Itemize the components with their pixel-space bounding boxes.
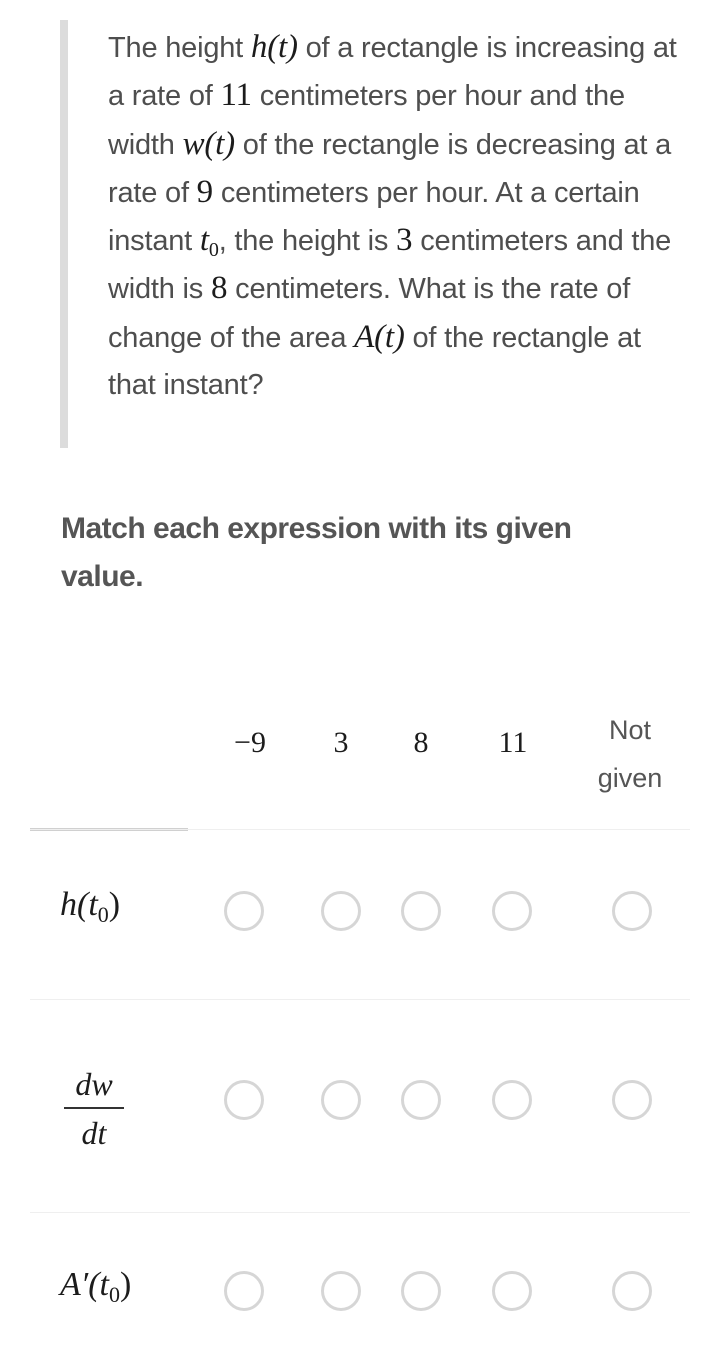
- radio-h-t0-11[interactable]: [492, 891, 532, 931]
- column-header-not-given: Not given: [597, 715, 663, 793]
- radio-h-t0-3[interactable]: [321, 891, 361, 931]
- height-value: 3: [396, 222, 413, 259]
- radio-h-t0-8[interactable]: [401, 891, 441, 931]
- column-header-minus-9: −9: [234, 726, 266, 759]
- row-label-dw-dt: dw dt: [62, 1066, 126, 1152]
- question-text-1: The height: [108, 32, 251, 64]
- radio-dw-dt-minus-9[interactable]: [224, 1080, 264, 1120]
- row-divider: [30, 1212, 690, 1213]
- fraction-bar: [64, 1107, 124, 1109]
- radio-a-prime-t0-8[interactable]: [401, 1271, 441, 1311]
- radio-dw-dt-not-given[interactable]: [612, 1080, 652, 1120]
- width-function: w(t): [182, 125, 236, 162]
- radio-h-t0-minus-9[interactable]: [224, 891, 264, 931]
- column-header-8: 8: [413, 726, 429, 759]
- width-rate-value: 9: [196, 173, 214, 210]
- radio-dw-dt-8[interactable]: [401, 1080, 441, 1120]
- question-block: The height h(t) of a rectangle is increa…: [60, 20, 680, 448]
- radio-a-prime-t0-3[interactable]: [321, 1271, 361, 1311]
- instant-t0: t0: [199, 222, 219, 262]
- question-text: The height h(t) of a rectangle is increa…: [108, 20, 680, 409]
- fraction-denominator: dt: [81, 1115, 107, 1151]
- fraction-numerator: dw: [75, 1066, 113, 1102]
- height-function: h(t): [250, 29, 298, 65]
- instruction-text: Match each expression with its given val…: [61, 512, 572, 593]
- question-text-6: , the height is: [218, 225, 397, 258]
- radio-dw-dt-3[interactable]: [321, 1080, 361, 1120]
- radio-a-prime-t0-minus-9[interactable]: [224, 1271, 264, 1311]
- row-label-a-prime-t0: A′(t0): [60, 1266, 132, 1307]
- row-label-h-t0: h(t0): [60, 886, 121, 927]
- column-header-3: 3: [333, 726, 349, 759]
- radio-a-prime-t0-not-given[interactable]: [612, 1271, 652, 1311]
- radio-a-prime-t0-11[interactable]: [492, 1271, 532, 1311]
- row-divider: [30, 999, 690, 1000]
- column-header-11: 11: [498, 726, 528, 759]
- radio-dw-dt-11[interactable]: [492, 1080, 532, 1120]
- height-rate-value: 11: [220, 77, 252, 114]
- area-function: A(t): [354, 318, 405, 355]
- width-value: 8: [210, 270, 228, 307]
- header-divider: [30, 829, 690, 830]
- radio-h-t0-not-given[interactable]: [612, 891, 652, 931]
